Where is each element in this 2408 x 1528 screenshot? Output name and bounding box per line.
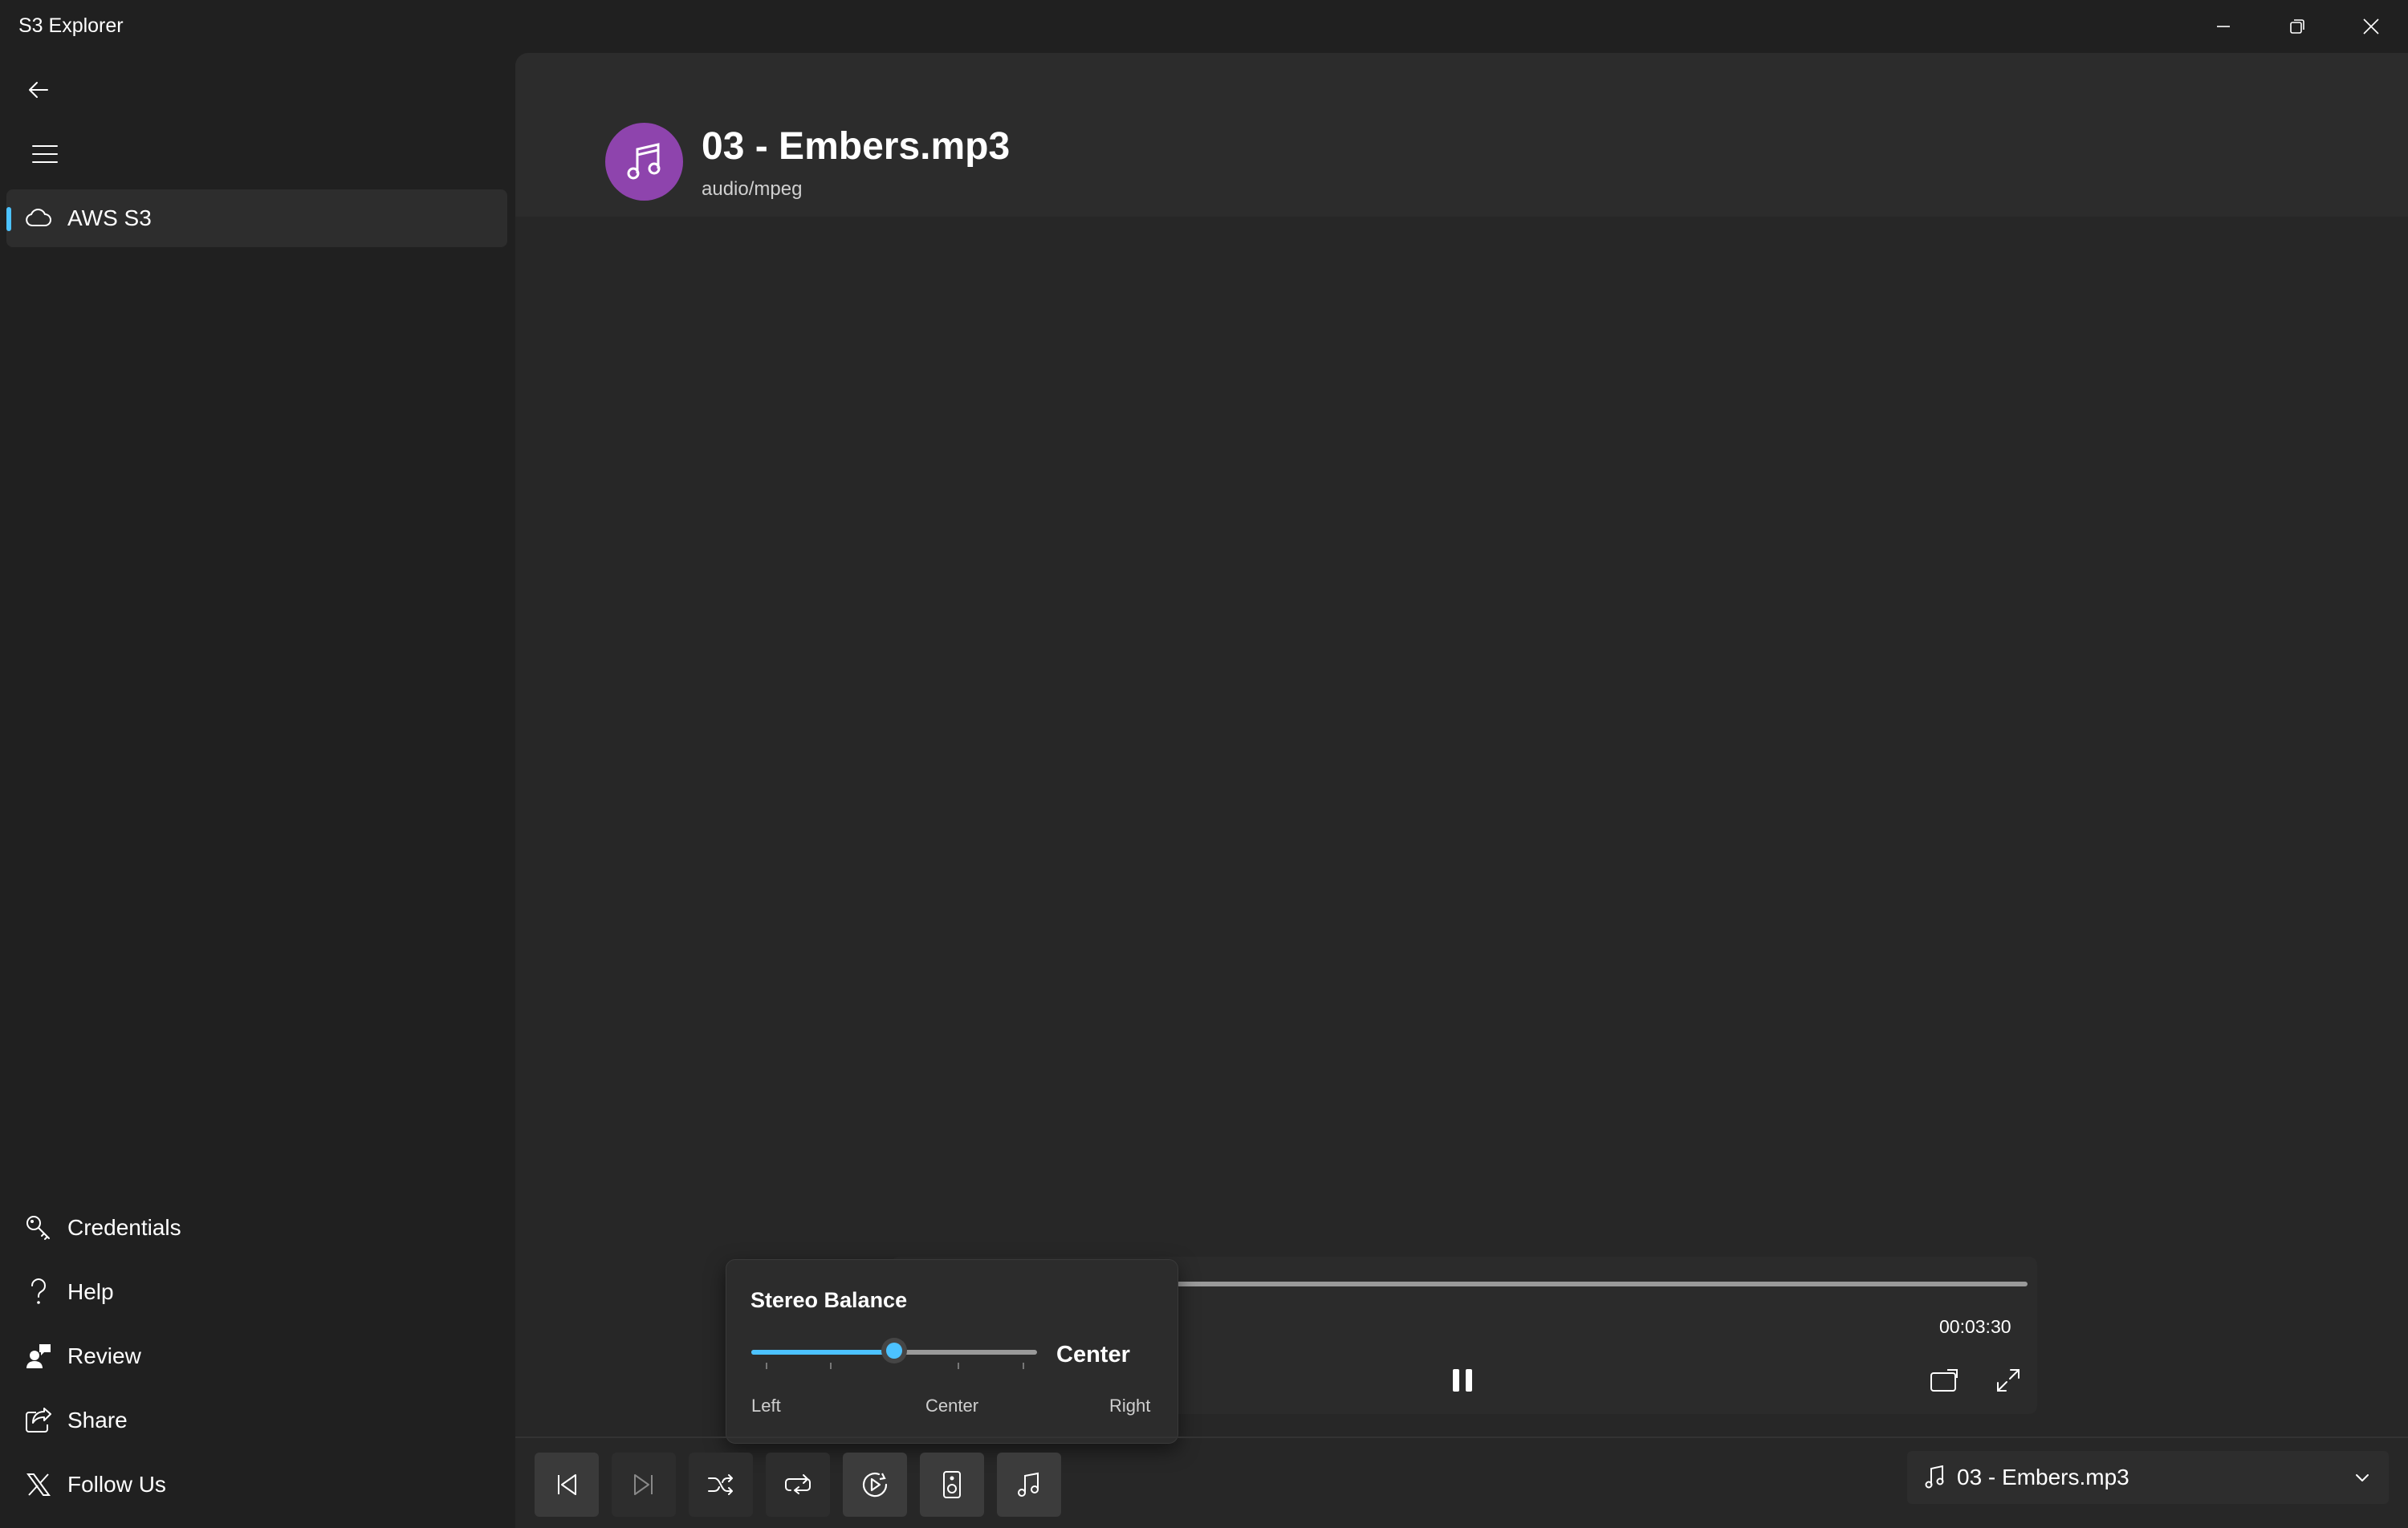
slider-tick xyxy=(830,1363,832,1369)
close-icon xyxy=(2363,18,2379,35)
slider-tick xyxy=(1023,1363,1024,1369)
slider-tick xyxy=(958,1363,959,1369)
minimize-button[interactable] xyxy=(2186,0,2260,53)
minimize-icon xyxy=(2217,26,2230,27)
shuffle-button[interactable] xyxy=(689,1453,753,1517)
music-note-icon xyxy=(1018,1472,1039,1497)
sidebar-item-label: Share xyxy=(67,1408,128,1432)
pause-button[interactable] xyxy=(1442,1359,1483,1401)
close-button[interactable] xyxy=(2334,0,2408,53)
sidebar-item-credentials[interactable]: Credentials xyxy=(6,1199,507,1257)
previous-button[interactable] xyxy=(535,1453,599,1517)
sidebar-item-follow-us[interactable]: Follow Us xyxy=(6,1456,507,1514)
balance-slider-fill xyxy=(751,1350,894,1355)
speaker-icon xyxy=(943,1471,961,1498)
slider-tick xyxy=(766,1363,767,1369)
fullscreen-button[interactable] xyxy=(1987,1359,2029,1401)
title-bar xyxy=(0,0,2408,53)
question-icon xyxy=(31,1278,46,1304)
balance-value: Center xyxy=(1056,1342,1130,1367)
file-mime-type: audio/mpeg xyxy=(702,178,803,200)
file-type-avatar xyxy=(605,123,683,201)
pause-icon xyxy=(1453,1369,1472,1392)
shuffle-icon xyxy=(708,1474,733,1495)
stereo-balance-title: Stereo Balance xyxy=(750,1288,908,1312)
sidebar-item-label: AWS S3 xyxy=(67,205,152,230)
balance-left-label: Left xyxy=(751,1396,781,1416)
playback-speed-button[interactable] xyxy=(843,1453,907,1517)
duration-label: 00:03:30 xyxy=(1939,1316,2011,1337)
speed-icon xyxy=(862,1473,888,1498)
sidebar-item-label: Follow Us xyxy=(67,1472,166,1497)
balance-slider-thumb[interactable] xyxy=(881,1338,907,1363)
hamburger-menu-icon xyxy=(32,145,58,163)
balance-right-label: Right xyxy=(1109,1396,1151,1416)
music-note-icon xyxy=(627,142,660,179)
selection-indicator xyxy=(6,207,11,231)
sidebar-item-label: Review xyxy=(67,1343,141,1368)
x-logo-icon xyxy=(26,1473,51,1496)
key-icon xyxy=(26,1216,50,1240)
repeat-button[interactable] xyxy=(766,1453,830,1517)
cloud-icon xyxy=(26,209,51,226)
track-dropdown-value: 03 - Embers.mp3 xyxy=(1957,1465,2129,1489)
toolbar-divider xyxy=(515,1437,2408,1438)
share-icon xyxy=(26,1408,51,1432)
file-name: 03 - Embers.mp3 xyxy=(702,125,1011,168)
sidebar-item-label: Credentials xyxy=(67,1215,181,1240)
stereo-balance-button[interactable] xyxy=(920,1453,984,1517)
balance-center-label: Center xyxy=(925,1396,979,1416)
next-button[interactable] xyxy=(612,1453,676,1517)
previous-icon xyxy=(558,1474,576,1495)
sidebar-item-label: Help xyxy=(67,1279,114,1304)
sidebar-item-aws-s3[interactable]: AWS S3 xyxy=(6,189,507,247)
music-note-icon xyxy=(1925,1465,1944,1489)
back-arrow-icon xyxy=(29,82,48,98)
person-feedback-icon xyxy=(26,1344,51,1368)
audio-track-button[interactable] xyxy=(997,1453,1061,1517)
seek-bar[interactable] xyxy=(1177,1282,2028,1286)
track-dropdown[interactable]: 03 - Embers.mp3 xyxy=(1907,1451,2389,1504)
cast-button[interactable] xyxy=(1923,1359,1965,1401)
restore-icon xyxy=(2290,19,2304,34)
sidebar-item-share[interactable]: Share xyxy=(6,1392,507,1449)
repeat-icon xyxy=(785,1474,811,1494)
next-icon xyxy=(634,1474,653,1495)
back-button[interactable] xyxy=(13,64,64,116)
cast-icon xyxy=(1930,1369,1958,1392)
sidebar-item-review[interactable]: Review xyxy=(6,1327,507,1385)
app-title: S3 Explorer xyxy=(18,14,124,37)
menu-button[interactable] xyxy=(19,128,71,180)
chevron-down-icon xyxy=(2356,1474,2369,1481)
expand-icon xyxy=(1997,1369,2020,1392)
restore-button[interactable] xyxy=(2260,0,2334,53)
sidebar-item-help[interactable]: Help xyxy=(6,1263,507,1321)
